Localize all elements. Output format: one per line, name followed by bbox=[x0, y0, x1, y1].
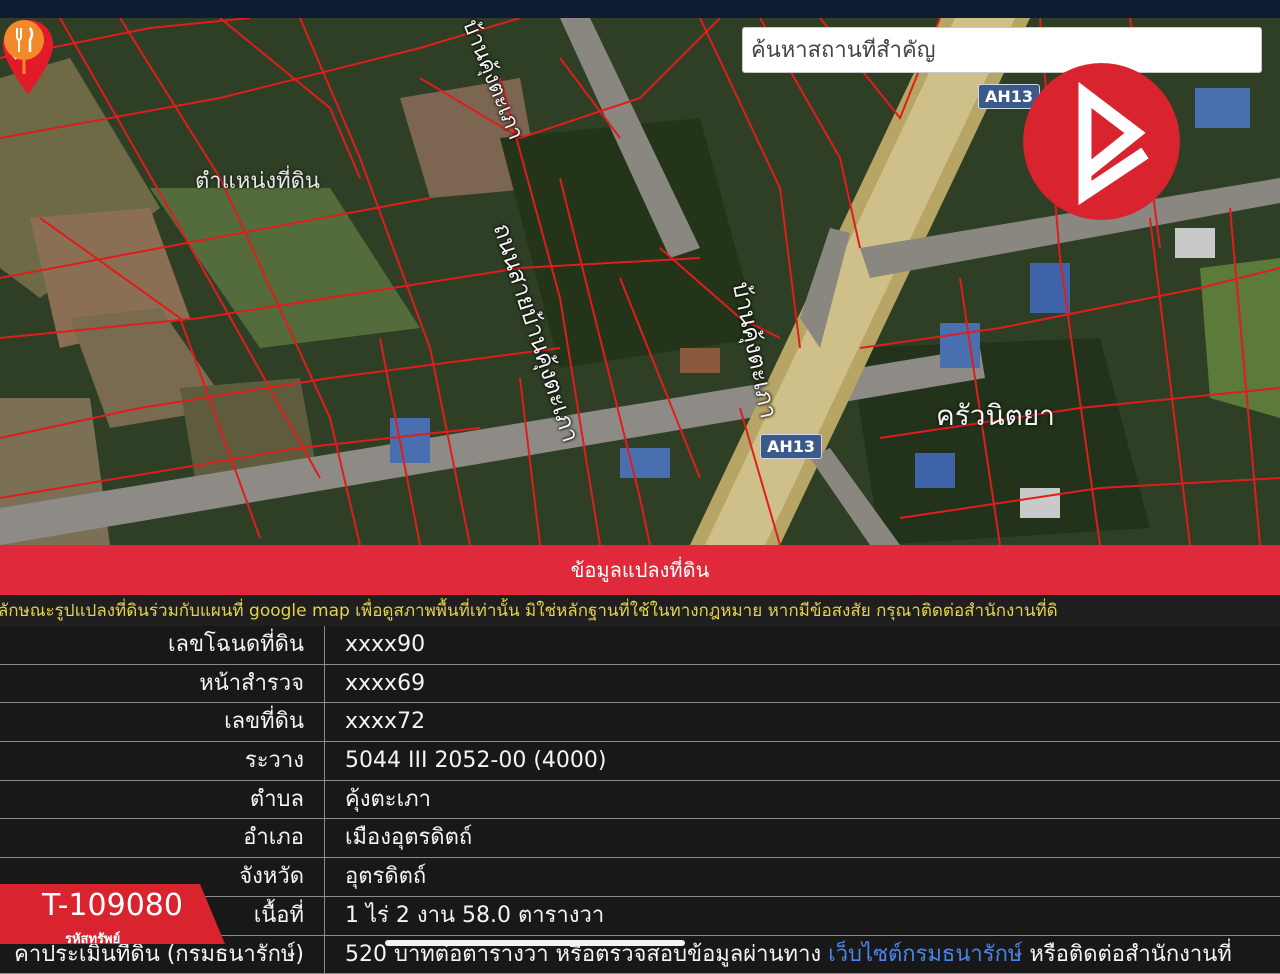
table-row: เลขที่ดิน xxxx72 bbox=[0, 703, 1280, 742]
disclaimer-text: างลักษณะรูปแปลงที่ดินร่วมกับแผนที่ googl… bbox=[0, 595, 1280, 628]
scroll-indicator[interactable] bbox=[385, 940, 685, 946]
row-value: คุ้งตะเภา bbox=[325, 781, 1280, 819]
row-value: xxxx72 bbox=[325, 703, 1280, 741]
table-row: ระวาง 5044 III 2052-00 (4000) bbox=[0, 742, 1280, 781]
restaurant-label: ครัวนิตยา bbox=[936, 394, 1055, 438]
property-code-caption: รหัสทรัพย์ bbox=[65, 928, 120, 949]
row-key: ตำบล bbox=[0, 781, 325, 819]
top-bar bbox=[0, 0, 1280, 18]
appraisal-text-tail: หรือติดต่อสำนักงานที่ bbox=[1029, 942, 1231, 967]
row-key: เลขโฉนดที่ดิน bbox=[0, 626, 325, 664]
row-value: 1 ไร่ 2 งาน 58.0 ตารางวา bbox=[325, 897, 1280, 935]
row-key: หน้าสำรวจ bbox=[0, 665, 325, 703]
row-value: xxxx90 bbox=[325, 626, 1280, 664]
table-row: หน้าสำรวจ xxxx69 bbox=[0, 665, 1280, 704]
row-value: เมืองอุตรดิตถ์ bbox=[325, 819, 1280, 857]
highway-badge: AH13 bbox=[760, 434, 822, 459]
pin-label: ตำแหน่งที่ดิน bbox=[195, 163, 320, 198]
row-value: 5044 III 2052-00 (4000) bbox=[325, 742, 1280, 780]
table-row: ตำบล คุ้งตะเภา bbox=[0, 781, 1280, 820]
row-value: อุตรดิตถ์ bbox=[325, 858, 1280, 896]
property-code: T-109080 bbox=[0, 888, 225, 923]
treasury-website-link[interactable]: เว็บไซต์กรมธนารักษ์ bbox=[828, 942, 1022, 967]
table-row: อำเภอ เมืองอุตรดิตถ์ bbox=[0, 819, 1280, 858]
panel-title: ข้อมูลแปลงที่ดิน bbox=[0, 545, 1280, 595]
table-row: เลขโฉนดที่ดิน xxxx90 bbox=[0, 626, 1280, 665]
search-box[interactable] bbox=[742, 27, 1262, 73]
restaurant-icon[interactable] bbox=[0, 18, 48, 78]
search-input[interactable] bbox=[749, 37, 1255, 64]
brand-logo-icon bbox=[1023, 63, 1180, 220]
row-value: xxxx69 bbox=[325, 665, 1280, 703]
row-key: อำเภอ bbox=[0, 819, 325, 857]
row-key: ระวาง bbox=[0, 742, 325, 780]
row-key: เลขที่ดิน bbox=[0, 703, 325, 741]
